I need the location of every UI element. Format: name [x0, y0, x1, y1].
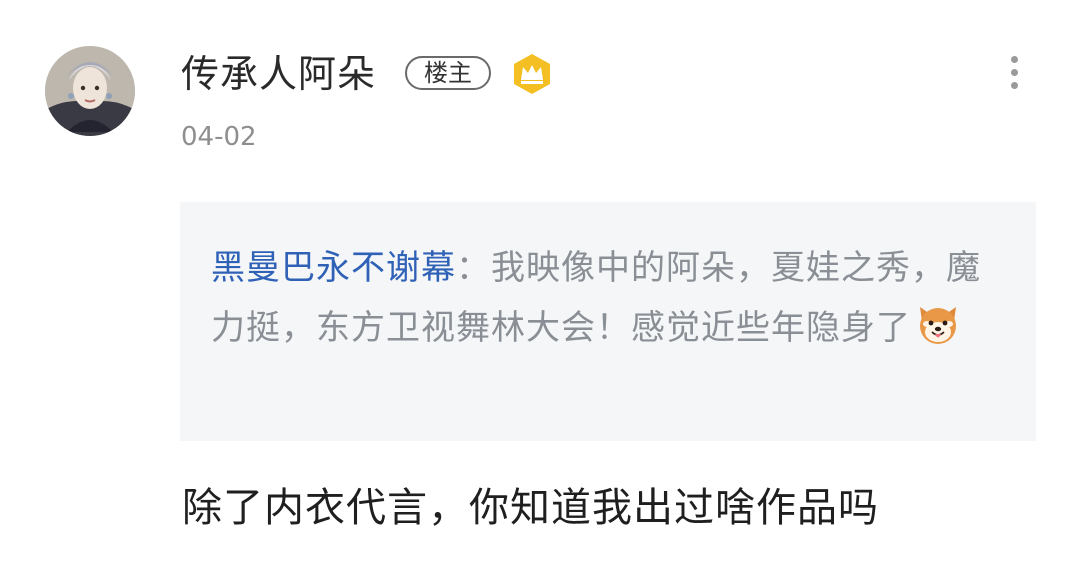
avatar-image — [45, 46, 135, 136]
dog-face-emoji-icon — [915, 301, 961, 347]
op-badge: 楼主 — [405, 56, 491, 90]
quoted-comment-body: 黑曼巴永不谢幕：我映像中的阿朵，夏娃之秀，魔力挺，东方卫视舞林大会！感觉近些年隐… — [211, 238, 1006, 358]
reply-content: 除了内衣代言，你知道我出过啥作品吗 — [182, 485, 879, 531]
username[interactable]: 传承人阿朵 — [181, 50, 376, 98]
user-avatar[interactable] — [45, 46, 135, 136]
crown-icon — [511, 53, 553, 95]
quoted-author-link[interactable]: 黑曼巴永不谢幕 — [211, 248, 456, 288]
quote-separator: ： — [456, 248, 491, 288]
post-timestamp: 04-02 — [181, 122, 257, 152]
quoted-comment[interactable]: 黑曼巴永不谢幕：我映像中的阿朵，夏娃之秀，魔力挺，东方卫视舞林大会！感觉近些年隐… — [180, 202, 1036, 441]
comment-card: 传承人阿朵 楼主 04-02 黑曼巴永不谢幕：我映像中的阿朵，夏娃之秀，魔力挺，… — [0, 0, 1079, 568]
more-vertical-icon[interactable] — [1000, 52, 1030, 92]
